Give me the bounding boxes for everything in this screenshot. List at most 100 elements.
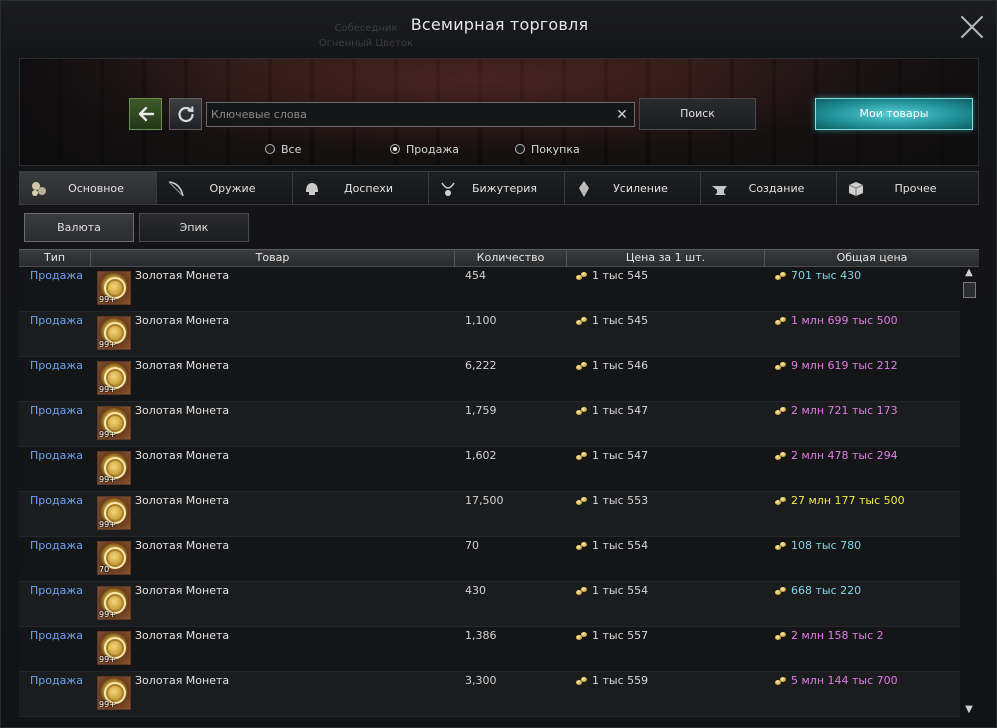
column-header-total-price[interactable]: Общая цена (765, 250, 979, 267)
table-row[interactable]: Продажа 99+ Золотая Монета 1,100 1 тыс 545 1 … (19, 312, 960, 357)
gold-coin-icon[interactable]: 99+ (97, 361, 131, 395)
tab-enhance[interactable]: Усиление (564, 171, 700, 205)
tab-label: Прочее (894, 182, 937, 195)
subcategory-currency-button[interactable]: Валюта (24, 213, 134, 242)
unit-price: 1 тыс 559 (576, 674, 648, 687)
item-name: Золотая Монета (135, 629, 230, 642)
table-row[interactable]: Продажа 99+ Золотая Монета 17,500 1 тыс 553 2… (19, 492, 960, 537)
refresh-button[interactable] (169, 98, 202, 130)
total-price: 2 млн 158 тыс 2 (775, 629, 884, 642)
coin-icon (775, 316, 786, 325)
total-price-value: 5 млн 144 тыс 700 (791, 674, 898, 687)
table-row[interactable]: Продажа 99+ Золотая Монета 1,602 1 тыс 547 2 … (19, 447, 960, 492)
listing-type-link[interactable]: Продажа (30, 494, 83, 507)
gold-coin-icon[interactable]: 99+ (97, 271, 131, 305)
filter-sell-radio[interactable]: Продажа (390, 142, 459, 156)
listing-type-link[interactable]: Продажа (30, 674, 83, 687)
scroll-up-icon[interactable]: ▲ (963, 268, 975, 278)
table-row[interactable]: Продажа 99+ Золотая Монета 3,300 1 тыс 559 5 … (19, 672, 960, 717)
listing-type-link[interactable]: Продажа (30, 584, 83, 597)
column-header-type[interactable]: Тип (19, 250, 91, 267)
filter-all-radio[interactable]: Все (265, 142, 301, 156)
gold-coin-icon[interactable]: 99+ (97, 496, 131, 530)
subcategory-epic-button[interactable]: Эпик (139, 213, 249, 242)
stack-count: 70 (99, 565, 110, 574)
item-name: Золотая Монета (135, 674, 230, 687)
table-row[interactable]: Продажа 99+ Золотая Монета 6,222 1 тыс 546 9 … (19, 357, 960, 402)
coin-icon (576, 676, 587, 685)
table-header: Тип Товар Количество Цена за 1 шт. Общая… (19, 249, 979, 267)
scroll-down-icon[interactable]: ▼ (963, 705, 975, 715)
filter-buy-radio[interactable]: Покупка (515, 142, 580, 156)
listing-type-link[interactable]: Продажа (30, 404, 83, 417)
coin-icon (576, 406, 587, 415)
tab-weapons[interactable]: Оружие (156, 171, 292, 205)
gold-coin-icon[interactable]: 99+ (97, 586, 131, 620)
tab-label: Оружие (209, 182, 256, 195)
back-button[interactable] (129, 98, 162, 130)
total-price-value: 108 тыс 780 (791, 539, 862, 552)
item-count: 70 (465, 539, 479, 552)
listing-type-link[interactable]: Продажа (30, 269, 83, 282)
gold-coin-icon[interactable]: 99+ (97, 451, 131, 485)
tab-main[interactable]: Основное (19, 171, 156, 205)
tab-other[interactable]: Прочее (836, 171, 979, 205)
scroll-thumb[interactable] (963, 282, 976, 298)
total-price: 701 тыс 430 (775, 269, 861, 282)
tab-craft[interactable]: Создание (700, 171, 836, 205)
coin-icon (775, 541, 786, 550)
item-name: Золотая Монета (135, 359, 230, 372)
clear-search-icon[interactable]: ✕ (614, 107, 630, 123)
search-box: ✕ (206, 102, 635, 127)
item-count: 3,300 (465, 674, 497, 687)
column-header-unit-price[interactable]: Цена за 1 шт. (567, 250, 765, 267)
listing-type-link[interactable]: Продажа (30, 314, 83, 327)
total-price-value: 2 млн 721 тыс 173 (791, 404, 898, 417)
gold-coin-icon[interactable]: 99+ (97, 676, 131, 710)
stack-count: 99+ (99, 610, 116, 619)
table-row[interactable]: Продажа 99+ Золотая Монета 430 1 тыс 554 668 … (19, 582, 960, 627)
gold-coin-icon[interactable]: 99+ (97, 631, 131, 665)
table-row[interactable]: Продажа 70 Золотая Монета 70 1 тыс 554 108 ты… (19, 537, 960, 582)
my-items-button[interactable]: Мои товары (815, 98, 973, 130)
window-title: Всемирная торговля (410, 15, 589, 34)
unit-price-value: 1 тыс 554 (592, 539, 649, 552)
total-price: 5 млн 144 тыс 700 (775, 674, 898, 687)
coin-icon (576, 451, 587, 460)
coin-icon (775, 451, 786, 460)
tab-label: Бижутерия (471, 182, 538, 195)
column-header-item[interactable]: Товар (91, 250, 455, 267)
stack-count: 99+ (99, 340, 116, 349)
radio-dot-icon (265, 144, 275, 154)
item-count: 1,602 (465, 449, 497, 462)
column-header-count[interactable]: Количество (455, 250, 567, 267)
tab-jewelry[interactable]: Бижутерия (428, 171, 564, 205)
item-count: 1,759 (465, 404, 497, 417)
unit-price-value: 1 тыс 554 (592, 584, 649, 597)
unit-price: 1 тыс 546 (576, 359, 648, 372)
listing-type-link[interactable]: Продажа (30, 359, 83, 372)
coin-icon (576, 586, 587, 595)
search-button[interactable]: Поиск (639, 98, 756, 130)
coin-icon (775, 676, 786, 685)
table-row[interactable]: Продажа 99+ Золотая Монета 1,386 1 тыс 557 2 … (19, 627, 960, 672)
search-input[interactable] (211, 105, 607, 124)
total-price-value: 701 тыс 430 (791, 269, 862, 282)
gold-coin-icon[interactable]: 70 (97, 541, 131, 575)
listing-type-link[interactable]: Продажа (30, 539, 83, 552)
table-row[interactable]: Продажа 99+ Золотая Монета 454 1 тыс 545 701 … (19, 267, 960, 312)
table-row[interactable]: Продажа 99+ Золотая Монета 1,759 1 тыс 547 2 … (19, 402, 960, 447)
item-name: Золотая Монета (135, 314, 230, 327)
gold-coin-icon[interactable]: 99+ (97, 316, 131, 350)
gold-coin-icon[interactable]: 99+ (97, 406, 131, 440)
listing-type-link[interactable]: Продажа (30, 629, 83, 642)
coin-icon (576, 631, 587, 640)
coin-icon (775, 406, 786, 415)
close-icon[interactable] (958, 13, 986, 41)
listing-type-link[interactable]: Продажа (30, 449, 83, 462)
listing-scrollbar[interactable]: ▲ ▼ (962, 267, 976, 717)
tab-armor[interactable]: Доспехи (292, 171, 428, 205)
unit-price-value: 1 тыс 545 (592, 269, 649, 282)
unit-price: 1 тыс 554 (576, 584, 648, 597)
coin-icon (775, 631, 786, 640)
